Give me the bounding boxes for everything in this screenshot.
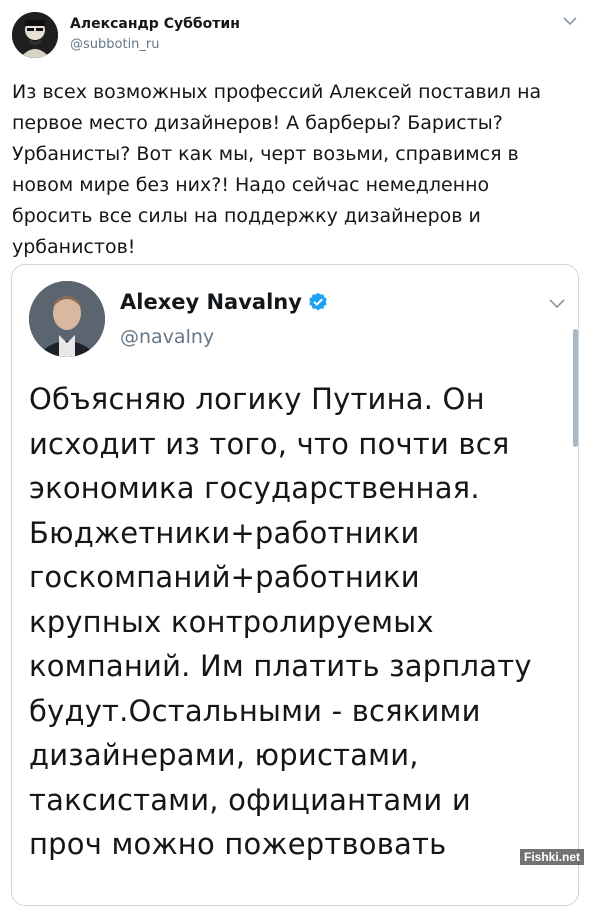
- quoted-tweet[interactable]: Alexey Navalny @navalny Объясняю логику …: [11, 264, 579, 906]
- watermark: Fishki.net: [519, 849, 584, 865]
- author-handle[interactable]: @subbotin_ru: [70, 37, 160, 52]
- scrollbar[interactable]: [573, 329, 578, 447]
- quoted-tweet-text: Объясняю логику Путина. Он исходит из то…: [29, 382, 532, 861]
- quoted-author-avatar[interactable]: [29, 281, 105, 357]
- chevron-down-icon[interactable]: [563, 16, 577, 26]
- quoted-author-name[interactable]: Alexey Navalny: [120, 290, 302, 314]
- quoted-author-handle[interactable]: @navalny: [120, 326, 214, 348]
- tweet-text: Из всех возможных профессий Алексей пост…: [12, 81, 542, 258]
- quoted-author-name-row[interactable]: Alexey Navalny: [120, 290, 328, 314]
- chevron-down-icon[interactable]: [549, 298, 565, 309]
- author-name[interactable]: Александр Субботин: [70, 16, 240, 32]
- author-avatar[interactable]: [12, 12, 58, 58]
- tweet-card: Александр Субботин @subbotin_ru Из всех …: [0, 0, 590, 906]
- verified-badge-icon: [309, 292, 327, 311]
